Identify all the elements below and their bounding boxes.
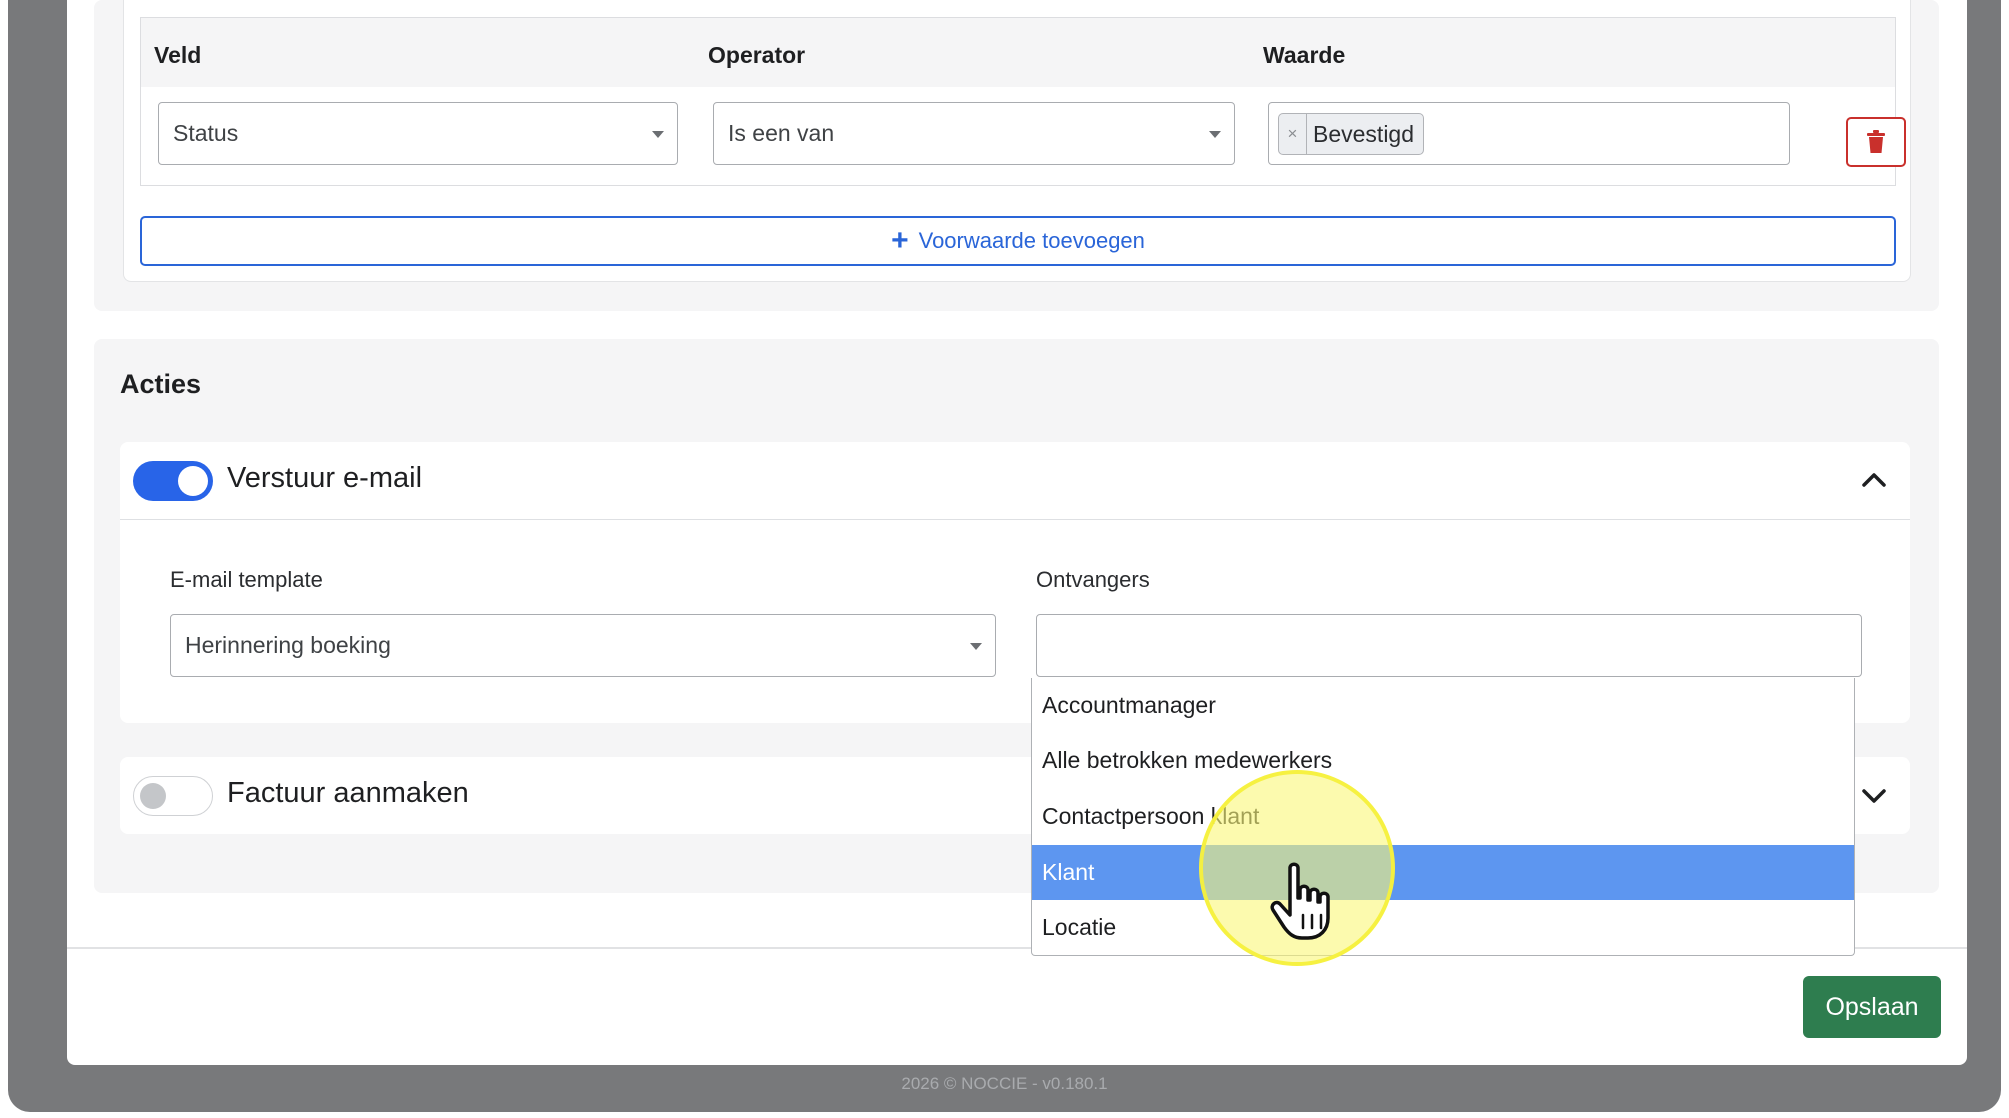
column-header-operator: Operator bbox=[708, 42, 806, 68]
recipients-label: Ontvangers bbox=[1036, 567, 1150, 592]
dropdown-option-highlighted[interactable]: Klant bbox=[1032, 845, 1854, 900]
dropdown-option[interactable]: Accountmanager bbox=[1032, 678, 1854, 733]
value-multiselect[interactable]: × Bevestigd bbox=[1268, 102, 1790, 165]
conditions-table: Veld Operator Waarde Status Is een van ×… bbox=[140, 17, 1896, 186]
caret-down-icon bbox=[1209, 131, 1221, 138]
operator-select[interactable]: Is een van bbox=[713, 102, 1235, 165]
toggle-knob bbox=[178, 466, 208, 496]
email-action-header[interactable]: Verstuur e-mail bbox=[120, 442, 1910, 520]
invoice-action-toggle[interactable] bbox=[133, 776, 213, 816]
chevron-down-icon[interactable] bbox=[1860, 782, 1888, 810]
operator-select-value: Is een van bbox=[728, 120, 835, 146]
column-header-value: Waarde bbox=[1263, 42, 1346, 68]
caret-down-icon bbox=[970, 643, 982, 650]
trash-icon bbox=[1867, 130, 1885, 153]
dropdown-option[interactable]: Alle betrokken medewerkers bbox=[1032, 733, 1854, 788]
conditions-section: Veld Operator Waarde Status Is een van ×… bbox=[94, 0, 1939, 311]
add-condition-button[interactable]: + Voorwaarde toevoegen bbox=[140, 216, 1896, 266]
email-action-label: Verstuur e-mail bbox=[227, 462, 423, 494]
tag-remove-icon[interactable]: × bbox=[1279, 114, 1307, 154]
acties-title: Acties bbox=[120, 369, 202, 399]
chevron-up-icon[interactable] bbox=[1860, 466, 1888, 494]
add-condition-label: Voorwaarde toevoegen bbox=[918, 228, 1145, 253]
dropdown-option[interactable]: Contactpersoon klant bbox=[1032, 789, 1854, 844]
invoice-action-label: Factuur aanmaken bbox=[227, 777, 469, 809]
conditions-card: Veld Operator Waarde Status Is een van ×… bbox=[123, 0, 1911, 282]
column-header-field: Veld bbox=[154, 42, 202, 68]
template-select-value: Herinnering boeking bbox=[185, 632, 391, 658]
recipients-input[interactable] bbox=[1036, 614, 1862, 677]
conditions-table-header: Veld Operator Waarde bbox=[141, 18, 1895, 87]
save-button[interactable]: Opslaan bbox=[1803, 976, 1941, 1038]
plus-icon: + bbox=[891, 224, 909, 257]
delete-condition-button[interactable] bbox=[1846, 117, 1906, 167]
hand-pointer-icon bbox=[1270, 862, 1330, 940]
dropdown-option[interactable]: Locatie bbox=[1032, 900, 1854, 955]
template-label: E-mail template bbox=[170, 567, 323, 592]
value-tag-label: Bevestigd bbox=[1313, 120, 1415, 147]
field-select[interactable]: Status bbox=[158, 102, 678, 165]
value-tag: × Bevestigd bbox=[1278, 113, 1425, 155]
field-select-value: Status bbox=[173, 120, 239, 146]
recipients-dropdown: Accountmanager Alle betrokken medewerker… bbox=[1031, 678, 1855, 956]
email-action-toggle[interactable] bbox=[133, 461, 213, 501]
footer-copyright: 2026 © NOCCIE - v0.180.1 bbox=[901, 1074, 1108, 1093]
caret-down-icon bbox=[652, 131, 664, 138]
toggle-knob bbox=[140, 783, 166, 809]
template-select[interactable]: Herinnering boeking bbox=[170, 614, 996, 677]
